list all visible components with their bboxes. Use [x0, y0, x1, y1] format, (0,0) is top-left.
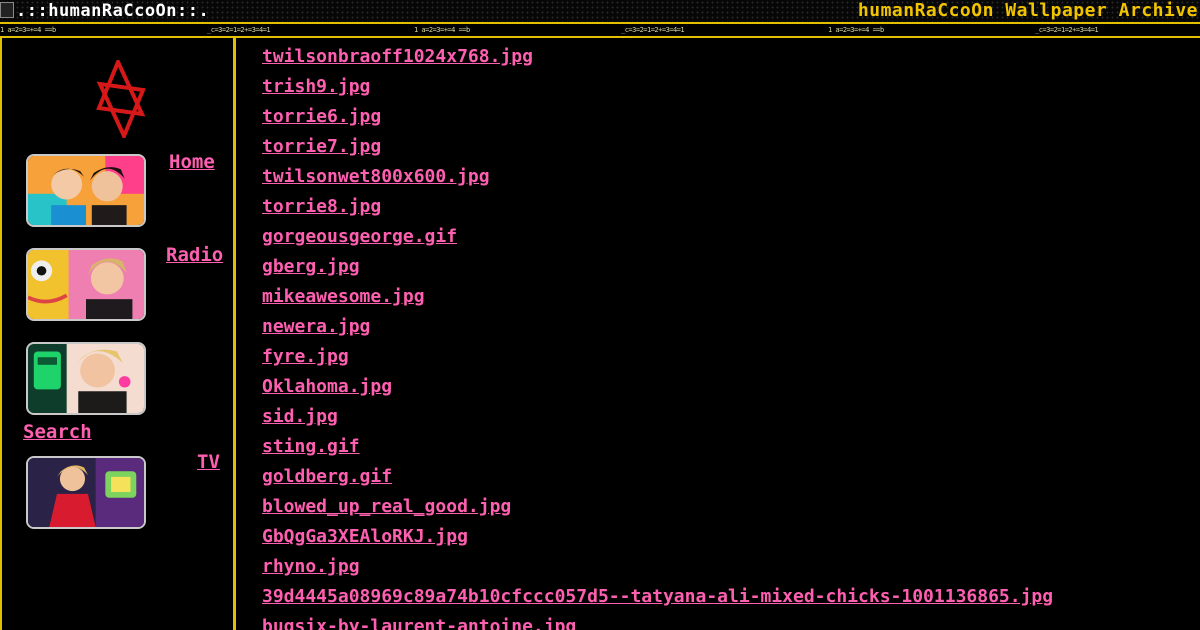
list-item: rhyno.jpg	[262, 552, 1053, 582]
file-link[interactable]: mikeawesome.jpg	[262, 286, 425, 307]
ticker-item: _c=3=2=1=2+=3=4=1	[621, 26, 685, 34]
list-item: GbQgGa3XEAloRKJ.jpg	[262, 522, 1053, 552]
ticker-strip: 1 a=2=3=+=4 ==b _c=3=2=1=2+=3=4=1 1 a=2=3=…	[0, 24, 1200, 38]
list-item: twilsonbraoff1024x768.jpg	[262, 42, 1053, 72]
ticker-item: 1 a=2=3=+=4 ==b	[828, 26, 884, 34]
ticker-item: 1 a=2=3=+=4 ==b	[414, 26, 470, 34]
file-link[interactable]: blowed_up_real_good.jpg	[262, 496, 511, 517]
file-link[interactable]: twilsonwet800x600.jpg	[262, 166, 490, 187]
list-item: bugsix-by-laurent-antoine.jpg	[262, 612, 1053, 630]
file-link[interactable]: 39d4445a08969c89a74b10cfccc057d5--tatyan…	[262, 586, 1053, 607]
ticker-item: _c=3=2=1=2+=3=4=1	[1035, 26, 1099, 34]
list-item: sting.gif	[262, 432, 1053, 462]
site-header: .::humanRaCcoOn::. humanRaCcoOn Wallpape…	[0, 0, 1200, 24]
hexagram-icon	[96, 60, 146, 138]
radio-thumbnail-image[interactable]	[26, 248, 146, 321]
list-item: gberg.jpg	[262, 252, 1053, 282]
file-link[interactable]: gberg.jpg	[262, 256, 360, 277]
list-item: newera.jpg	[262, 312, 1053, 342]
site-logo[interactable]: .::humanRaCcoOn::.	[0, 1, 209, 21]
list-item: goldberg.gif	[262, 462, 1053, 492]
file-link[interactable]: trish9.jpg	[262, 76, 370, 97]
list-item: trish9.jpg	[262, 72, 1053, 102]
site-logo-alt-text: .::humanRaCcoOn::.	[16, 1, 210, 21]
nav-link-tv[interactable]: TV	[197, 451, 220, 473]
file-list: twilsonbraoff1024x768.jpg trish9.jpg tor…	[262, 42, 1053, 630]
list-item: twilsonwet800x600.jpg	[262, 162, 1053, 192]
file-link[interactable]: goldberg.gif	[262, 466, 392, 487]
file-link[interactable]: bugsix-by-laurent-antoine.jpg	[262, 616, 576, 630]
file-link[interactable]: torrie6.jpg	[262, 106, 381, 127]
broken-image-icon	[0, 2, 14, 18]
home-thumbnail-image[interactable]	[26, 154, 146, 227]
file-link[interactable]: torrie8.jpg	[262, 196, 381, 217]
list-item: torrie8.jpg	[262, 192, 1053, 222]
nav-link-search[interactable]: Search	[23, 421, 92, 443]
list-item: fyre.jpg	[262, 342, 1053, 372]
nav-link-radio[interactable]: Radio	[166, 244, 223, 266]
list-item: gorgeousgeorge.gif	[262, 222, 1053, 252]
list-item: mikeawesome.jpg	[262, 282, 1053, 312]
file-link[interactable]: rhyno.jpg	[262, 556, 360, 577]
list-item: torrie6.jpg	[262, 102, 1053, 132]
file-link[interactable]: torrie7.jpg	[262, 136, 381, 157]
list-item: sid.jpg	[262, 402, 1053, 432]
file-link[interactable]: GbQgGa3XEAloRKJ.jpg	[262, 526, 468, 547]
file-link[interactable]: sid.jpg	[262, 406, 338, 427]
ticker-item: 1 a=2=3=+=4 ==b	[0, 26, 56, 34]
file-list-panel: twilsonbraoff1024x768.jpg trish9.jpg tor…	[238, 38, 1200, 630]
list-item: Oklahoma.jpg	[262, 372, 1053, 402]
file-link[interactable]: fyre.jpg	[262, 346, 349, 367]
list-item: 39d4445a08969c89a74b10cfccc057d5--tatyan…	[262, 582, 1053, 612]
file-link[interactable]: twilsonbraoff1024x768.jpg	[262, 46, 533, 67]
list-item: torrie7.jpg	[262, 132, 1053, 162]
nav-link-home[interactable]: Home	[169, 151, 215, 173]
ticker-item: _c=3=2=1=2+=3=4=1	[207, 26, 271, 34]
file-link[interactable]: Oklahoma.jpg	[262, 376, 392, 397]
file-link[interactable]: newera.jpg	[262, 316, 370, 337]
search-thumbnail-image[interactable]	[26, 342, 146, 415]
file-link[interactable]: gorgeousgeorge.gif	[262, 226, 457, 247]
file-link[interactable]: sting.gif	[262, 436, 360, 457]
sidebar-nav: Home Radio Search TV	[0, 38, 236, 630]
tv-thumbnail-image[interactable]	[26, 456, 146, 529]
list-item: blowed_up_real_good.jpg	[262, 492, 1053, 522]
page-title: humanRaCcoOn Wallpaper Archive	[857, 0, 1198, 21]
